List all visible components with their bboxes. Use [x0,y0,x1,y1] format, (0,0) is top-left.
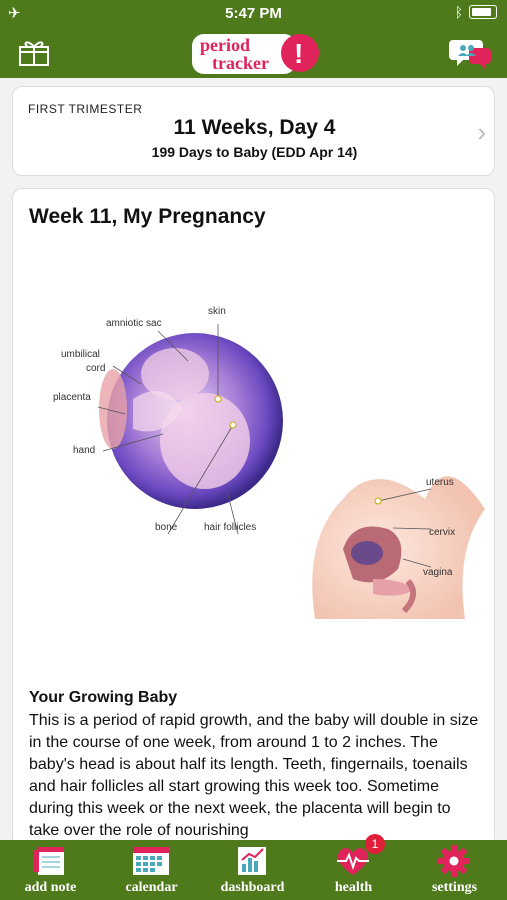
gear-icon [438,845,470,877]
community-chat-icon[interactable] [449,36,493,70]
tab-label: calendar [125,880,178,895]
svg-text:hand: hand [73,445,95,456]
svg-text:placenta: placenta [53,392,91,403]
tab-settings[interactable]: settings [404,840,505,900]
tab-health[interactable]: 1 health [303,834,404,900]
svg-text:amniotic sac: amniotic sac [106,318,162,329]
section-heading: Your Growing Baby [29,689,178,706]
status-time: 5:47 PM [225,5,282,22]
svg-text:skin: skin [208,306,226,317]
status-bar: ✈ ︎ 5:47 PM ᛒ [0,0,507,28]
calendar-icon [133,847,169,875]
svg-text:umbilical: umbilical [61,349,100,360]
svg-text:hair follicles: hair follicles [204,522,256,533]
svg-text:cervix: cervix [429,527,455,538]
period-tracker-logo: period tracker ! [192,34,319,74]
status-right: ᛒ [455,4,497,20]
svg-text:vagina: vagina [423,567,453,578]
tab-label: dashboard [220,880,285,895]
svg-text:bone: bone [155,522,178,533]
tab-label: add note [24,880,77,895]
tab-add-note[interactable]: add note [0,840,101,900]
tab-dashboard[interactable]: dashboard [202,840,303,900]
gift-icon[interactable] [18,37,50,67]
fetus-illustration: skin amniotic sac umbilical cord placent… [53,306,485,619]
battery-icon [469,5,497,19]
weeks-day-text: 11 Weeks, Day 4 [173,116,336,139]
article-card: Week 11, My Pregnancy skin amniotic sac … [12,188,495,848]
chevron-right-icon: › [477,117,486,147]
article-title: Week 11, My Pregnancy [29,205,266,228]
svg-text:period: period [200,35,250,55]
top-nav-bar: period tracker ! [0,28,507,78]
svg-text:!: ! [294,38,303,69]
tab-label: settings [431,880,478,895]
bluetooth-icon: ᛒ [454,4,463,20]
notification-badge: 1 [365,834,385,854]
svg-text:tracker: tracker [212,53,269,73]
tab-label: health [334,880,373,895]
days-to-baby-text: 199 Days to Baby (EDD Apr 14) [151,144,358,160]
svg-text:uterus: uterus [426,477,454,488]
trimester-label: FIRST TRIMESTER [28,102,143,116]
bottom-tab-bar: add note calendar dashboard 1 health set… [0,834,507,900]
notebook-icon [34,847,64,875]
chart-icon [238,847,266,875]
pregnancy-summary-card[interactable]: FIRST TRIMESTER 11 Weeks, Day 4 199 Days… [12,86,495,176]
svg-text:cord: cord [86,363,105,374]
section-body-text: This is a period of rapid growth, and th… [29,712,479,839]
tab-calendar[interactable]: calendar [101,840,202,900]
